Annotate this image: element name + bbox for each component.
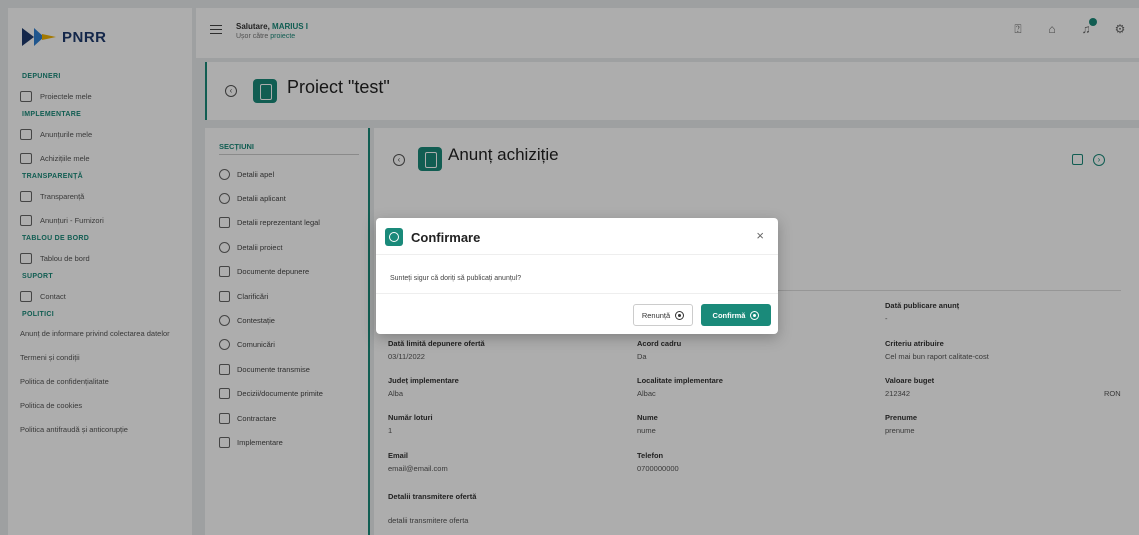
dialog-title: Confirmare bbox=[411, 230, 481, 245]
confirm-icon bbox=[385, 228, 403, 246]
confirm-dialog: Confirmare × Sunteți sigur că doriți să … bbox=[376, 218, 778, 334]
cancel-button[interactable]: Renunță bbox=[633, 304, 693, 326]
dialog-message: Sunteți sigur că doriți să publicați anu… bbox=[390, 275, 522, 282]
cancel-icon bbox=[675, 310, 685, 320]
close-icon[interactable]: × bbox=[756, 228, 764, 243]
confirm-button[interactable]: Confirmă bbox=[701, 304, 771, 326]
check-circle-icon bbox=[750, 310, 760, 320]
cancel-label: Renunță bbox=[641, 310, 671, 320]
confirm-label: Confirmă bbox=[712, 310, 746, 320]
dialog-body: Sunteți sigur că doriți să publicați anu… bbox=[376, 254, 778, 294]
